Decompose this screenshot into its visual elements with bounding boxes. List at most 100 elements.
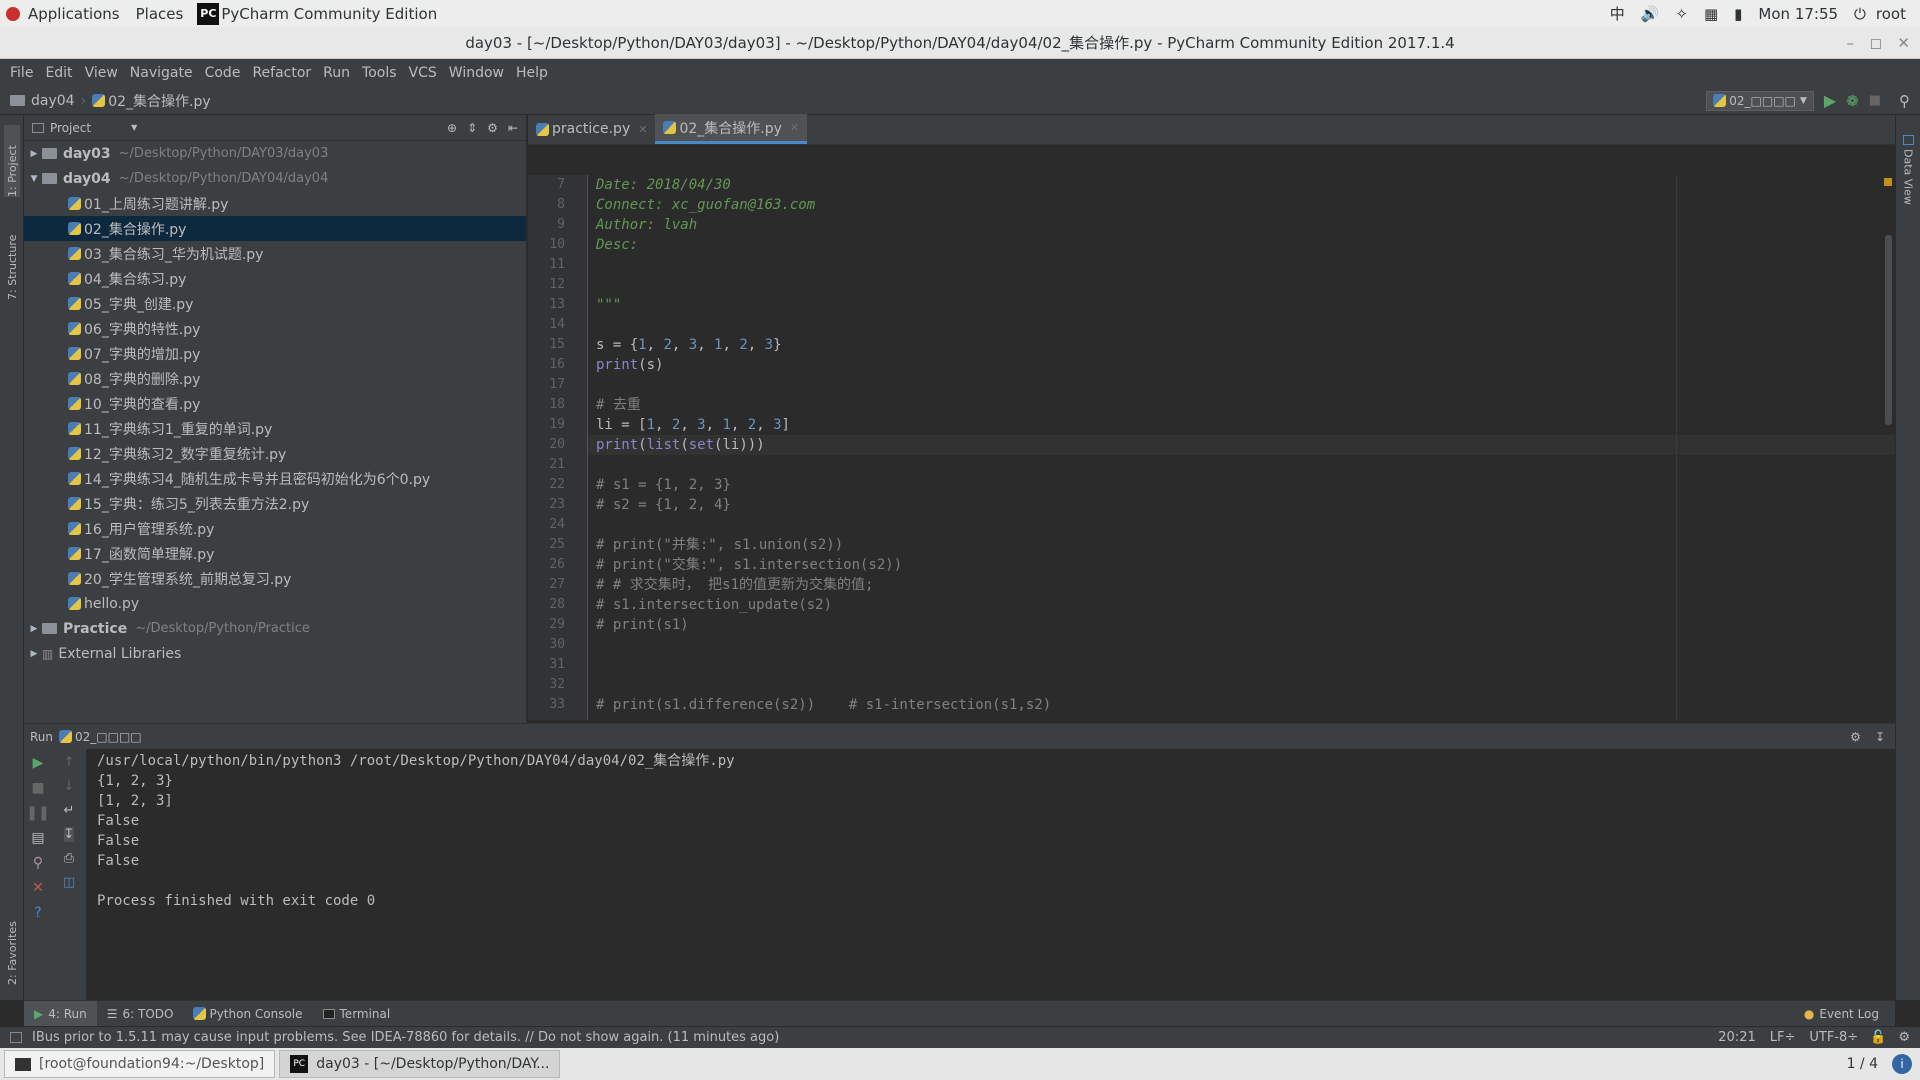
layout-icon[interactable]: ▤ [31,830,44,846]
tree-file-item[interactable]: 03_集合练习_华为机试题.py [24,241,526,266]
code-line[interactable]: # 去重 [588,395,1895,415]
line-number[interactable]: 9 [528,215,587,235]
line-number[interactable]: 31 [528,655,587,675]
code-line[interactable] [588,255,1895,275]
gear-icon[interactable]: ⚙ [1850,730,1861,744]
up-arrow-icon[interactable]: ↑ [64,755,75,770]
code-line[interactable] [588,515,1895,535]
line-number[interactable]: 29 [528,615,587,635]
line-number[interactable]: 20 [528,435,587,455]
line-number[interactable]: 32 [528,675,587,695]
project-tool-button[interactable]: 1: Project [4,125,20,197]
run-icon[interactable]: ▶ [1824,91,1836,110]
menu-refactor[interactable]: Refactor [246,65,317,81]
code-line[interactable]: print(s) [588,355,1895,375]
task-terminal[interactable]: [root@foundation94:~/Desktop] [4,1050,276,1078]
help-icon[interactable]: ? [34,905,41,921]
clear-all-icon[interactable]: ◫ [63,875,75,890]
rerun-icon[interactable]: ▶ [33,755,44,771]
tree-file-item[interactable]: hello.py [24,591,526,616]
workspace-indicator[interactable]: 1 / 4 [1847,1056,1878,1072]
tree-file-item[interactable]: 01_上周练习题讲解.py [24,191,526,216]
line-number[interactable]: 7 [528,175,587,195]
active-app-name[interactable]: PyCharm Community Edition [219,5,445,23]
places-menu[interactable]: Places [128,5,192,23]
editor-scrollbar[interactable] [1885,235,1892,425]
tree-file-item[interactable]: 10_字典的查看.py [24,391,526,416]
clock[interactable]: Mon 17:55 [1750,5,1846,23]
tree-folder-item[interactable]: ▼ day04 ~/Desktop/Python/DAY04/day04 [24,166,526,191]
nav-file[interactable]: 02_集合操作.py [108,91,210,111]
code-line[interactable] [588,275,1895,295]
notification-icon[interactable]: i [1892,1054,1912,1074]
file-encoding[interactable]: UTF-8÷ [1809,1030,1858,1045]
tree-file-item[interactable]: 17_函数简单理解.py [24,541,526,566]
battery-icon[interactable]: ▮ [1726,5,1750,23]
code-line[interactable] [588,635,1895,655]
menu-vcs[interactable]: VCS [403,65,443,81]
line-number[interactable]: 10 [528,235,587,255]
line-number[interactable]: 21 [528,455,587,475]
code-line[interactable]: print(list(set(li))) [588,435,1895,455]
line-number[interactable]: 8 [528,195,587,215]
menu-file[interactable]: File [4,65,39,81]
code-line[interactable]: Connect: xc_guofan@163.com [588,195,1895,215]
pause-icon[interactable]: ❚❚ [26,805,49,821]
tree-folder-item[interactable]: ▶ day03 ~/Desktop/Python/DAY03/day03 [24,141,526,166]
close-tab-icon[interactable]: ✕ [638,123,647,136]
line-number[interactable]: 14 [528,315,587,335]
tree-file-item[interactable]: 11_字典练习1_重复的单词.py [24,416,526,441]
line-number[interactable]: 26 [528,555,587,575]
code-line[interactable]: Author: lvah [588,215,1895,235]
line-number[interactable]: 27 [528,575,587,595]
line-number[interactable]: 24 [528,515,587,535]
tree-file-item[interactable]: 16_用户管理系统.py [24,516,526,541]
menu-help[interactable]: Help [510,65,554,81]
line-number[interactable]: 18 [528,395,587,415]
status-panel-icon[interactable] [10,1032,22,1043]
tab-practice[interactable]: practice.py ✕ [528,114,655,144]
pin-icon[interactable]: ⚲ [33,855,43,871]
hide-panel-icon[interactable]: ↧ [1875,730,1885,744]
line-number[interactable]: 16 [528,355,587,375]
tree-file-item[interactable]: 05_字典_创建.py [24,291,526,316]
menu-edit[interactable]: Edit [39,65,78,81]
tree-file-item[interactable]: 02_集合操作.py [24,216,526,241]
tree-file-item[interactable]: 20_学生管理系统_前期总复习.py [24,566,526,591]
favorites-tool-button[interactable]: 2: Favorites [4,900,20,985]
applications-menu[interactable]: Applications [20,5,128,23]
tree-file-item[interactable]: 07_字典的增加.py [24,341,526,366]
code-line[interactable]: Date: 2018/04/30 [588,175,1895,195]
gear-icon[interactable]: ⚙ [487,121,498,135]
run-config-select[interactable]: 02_□□□□ ▼ [1706,90,1814,111]
run-console[interactable]: /usr/local/python/bin/python3 /root/Desk… [86,749,1895,1000]
menu-code[interactable]: Code [199,65,247,81]
caret-position[interactable]: 20:21 [1718,1030,1755,1045]
search-everywhere-icon[interactable]: ⚲ [1899,92,1910,110]
tree-file-item[interactable]: 06_字典的特性.py [24,316,526,341]
line-number[interactable]: 33 [528,695,587,715]
warning-marker[interactable] [1884,178,1892,186]
task-pycharm[interactable]: PC day03 - [~/Desktop/Python/DAY... [279,1050,561,1078]
line-number[interactable]: 22 [528,475,587,495]
data-view-tool-button[interactable]: Data View [1900,125,1916,215]
line-number[interactable]: 17 [528,375,587,395]
menu-run[interactable]: Run [317,65,356,81]
tree-file-item[interactable]: 15_字典：练习5_列表去重方法2.py [24,491,526,516]
code-line[interactable] [588,675,1895,695]
code-line[interactable]: # # 求交集时， 把s1的值更新为交集的值; [588,575,1895,595]
run-tool-tab[interactable]: ▶ 4: Run [24,1000,97,1027]
minimize-button[interactable]: – [1847,27,1855,59]
code-line[interactable]: # print(s1.difference(s2)) # s1-intersec… [588,695,1895,715]
code-line[interactable]: # print("交集:", s1.intersection(s2)) [588,555,1895,575]
terminal-tool-tab[interactable]: Terminal [313,1007,401,1021]
volume-icon[interactable]: 🔊 [1633,5,1668,23]
hide-panel-icon[interactable]: ⇤ [508,121,518,135]
collapse-arrow-icon[interactable]: ▶ [26,649,42,659]
stop-icon[interactable]: ■ [31,780,44,796]
code-line[interactable] [588,375,1895,395]
chevron-down-icon[interactable]: ▼ [131,123,137,132]
down-arrow-icon[interactable]: ↓ [64,779,75,794]
code-line[interactable]: li = [1, 2, 3, 1, 2, 3] [588,415,1895,435]
menu-view[interactable]: View [79,65,124,81]
